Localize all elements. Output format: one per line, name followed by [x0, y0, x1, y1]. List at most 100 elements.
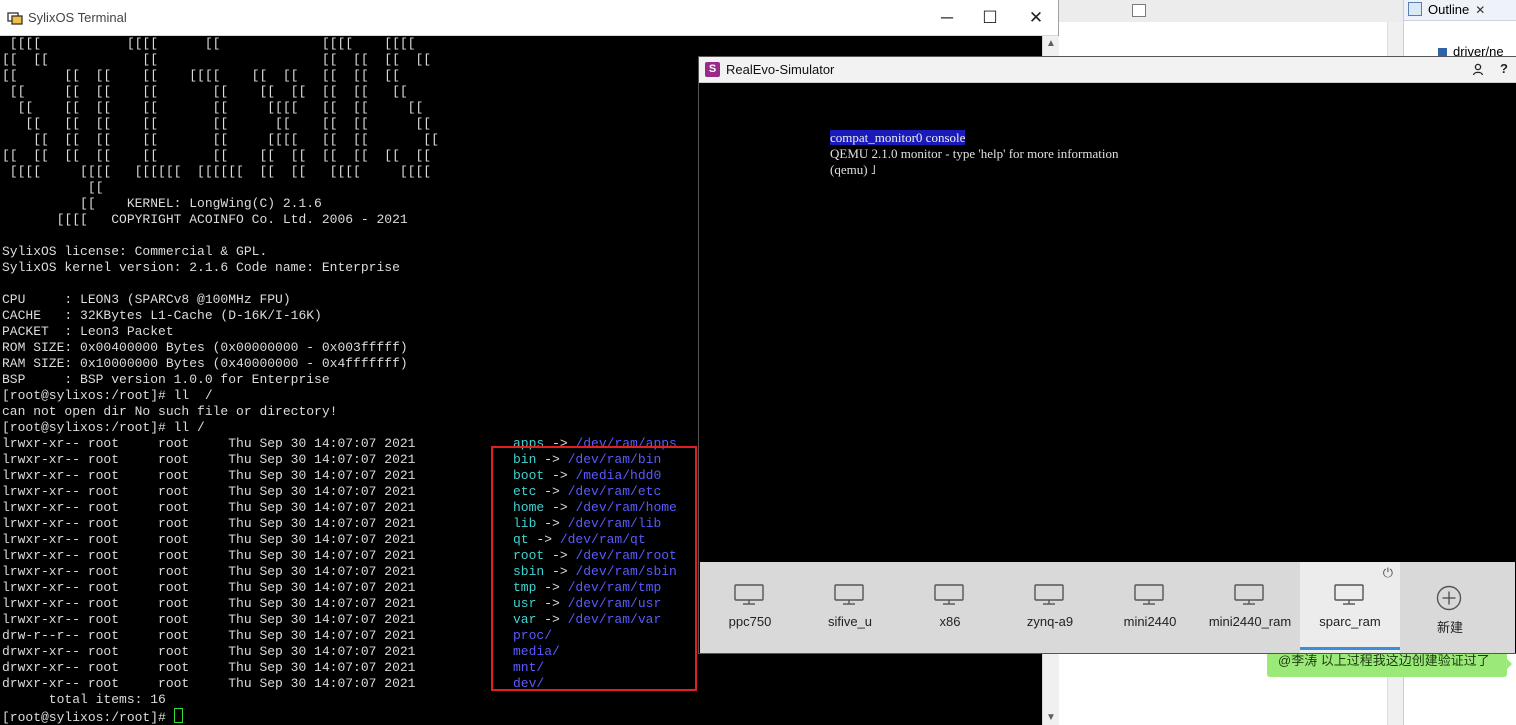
board-item-sparc_ram[interactable]: sparc_ram ⏻: [1300, 562, 1400, 653]
board-item-sifive_u[interactable]: sifive_u: [800, 562, 900, 653]
info-line: [root@sylixos:/root]# ll /: [2, 420, 205, 435]
banner-line: [[ [[ [[ [[ [[ [[ [[ [[ [[ [[: [2, 84, 408, 99]
monitor-icon: [1034, 584, 1064, 605]
listing-row-meta: lrwxr-xr-- root root Thu Sep 30 14:07:07…: [2, 596, 416, 611]
board-label: sparc_ram: [1319, 614, 1381, 629]
maximize-button[interactable]: ☐: [967, 5, 1013, 31]
info-line: [root@sylixos:/root]# ll /: [2, 388, 213, 403]
simulator-titlebar[interactable]: S RealEvo-Simulator ?: [699, 57, 1516, 83]
user-icon[interactable]: [1472, 63, 1485, 76]
board-label: zynq-a9: [1026, 614, 1074, 629]
info-line: CPU : LEON3 (SPARCv8 @100MHz FPU): [2, 292, 291, 307]
board-item-ppc750[interactable]: ppc750: [700, 562, 800, 653]
editor-tab-strip: [1058, 0, 1403, 23]
console-line-2: QEMU 2.1.0 monitor - type 'help' for mor…: [830, 146, 1119, 161]
total-items-line: total items: 16: [2, 692, 166, 707]
add-icon: [1436, 585, 1462, 611]
listing-row-meta: lrwxr-xr-- root root Thu Sep 30 14:07:07…: [2, 500, 416, 515]
monitor-icon: [834, 584, 864, 605]
listing-row-meta: lrwxr-xr-- root root Thu Sep 30 14:07:07…: [2, 612, 416, 627]
banner-line: [[[[ [[[[ [[ [[[[ [[[[: [2, 36, 416, 51]
board-item-x86[interactable]: x86: [900, 562, 1000, 653]
info-line: SylixOS kernel version: 2.1.6 Code name:…: [2, 260, 400, 275]
monitor-icon: [734, 584, 764, 605]
banner-line: [[ [[ [[ [[ [[ [[ [[: [2, 52, 432, 67]
info-line: RAM SIZE: 0x10000000 Bytes (0x40000000 -…: [2, 356, 408, 371]
banner-line: [[: [2, 180, 104, 195]
scroll-down-icon[interactable]: ▼: [1043, 712, 1059, 723]
new-board-button[interactable]: 新建: [1400, 562, 1500, 653]
board-label: sifive_u: [827, 614, 873, 629]
tab-icon[interactable]: [1132, 4, 1146, 17]
listing-row-meta: lrwxr-xr-- root root Thu Sep 30 14:07:07…: [2, 564, 416, 579]
power-icon[interactable]: ⏻: [1383, 565, 1393, 581]
selected-underline: [1300, 647, 1400, 650]
info-line: SylixOS license: Commercial & GPL.: [2, 244, 268, 259]
banner-line: [[ [[ [[ [[ [[ [[ [[ [[ [[ [[ [[ [[: [2, 148, 432, 163]
console-line-1: compat_monitor0 console: [830, 130, 966, 146]
chat-bubble-tail: [1507, 659, 1512, 669]
chat-message-text: @李涛 以上过程我这边创建验证过了: [1278, 653, 1490, 668]
board-label: mini2440: [1123, 614, 1177, 629]
monitor-icon: [934, 584, 964, 605]
banner-line: [[ [[ [[ [[ [[[[ [[ [[ [[ [[ [[: [2, 68, 400, 83]
outline-header[interactable]: Outline ✕: [1404, 0, 1516, 21]
banner-line: [[ [[ [[ [[ [[ [[ [[ [[ [[: [2, 116, 432, 131]
console-line-3: (qemu) ˩: [830, 162, 876, 177]
monitor-icon: [1234, 584, 1264, 605]
console-highlighted-text: compat_monitor0 console: [830, 130, 966, 145]
banner-line: [[[[ [[[[ [[[[[[ [[[[[[ [[ [[ [[[[ [[[[: [2, 164, 432, 179]
board-label: ppc750: [728, 614, 772, 629]
info-line: can not open dir No such file or directo…: [2, 404, 338, 419]
info-line: CACHE : 32KBytes L1-Cache (D-16K/I-16K): [2, 308, 322, 323]
board-label: x86: [939, 614, 961, 629]
banner-line: [[[[ COPYRIGHT ACOINFO Co. Ltd. 2006 - 2…: [2, 212, 408, 227]
simulator-title: RealEvo-Simulator: [726, 62, 835, 77]
text-cursor: [173, 708, 183, 723]
chat-message: @李涛 以上过程我这边创建验证过了: [1267, 650, 1512, 677]
simulator-logo-icon: S: [705, 62, 720, 77]
highlight-box: [491, 446, 697, 691]
scroll-up-icon[interactable]: ▲: [1043, 38, 1059, 49]
listing-row-meta: drwxr-xr-- root root Thu Sep 30 14:07:07…: [2, 676, 416, 691]
listing-row-meta: lrwxr-xr-- root root Thu Sep 30 14:07:07…: [2, 548, 416, 563]
board-item-mini2440_ram[interactable]: mini2440_ram: [1200, 562, 1300, 653]
listing-row-meta: lrwxr-xr-- root root Thu Sep 30 14:07:07…: [2, 532, 416, 547]
board-item-zynq-a9[interactable]: zynq-a9: [1000, 562, 1100, 653]
monitor-icon: [1134, 584, 1164, 605]
info-line: PACKET : Leon3 Packet: [2, 324, 174, 339]
outline-title: Outline: [1428, 2, 1470, 17]
listing-row-meta: lrwxr-xr-- root root Thu Sep 30 14:07:07…: [2, 452, 416, 467]
file-icon: [1438, 48, 1447, 57]
listing-row-meta: lrwxr-xr-- root root Thu Sep 30 14:07:07…: [2, 484, 416, 499]
monitor-icon: [1334, 584, 1364, 605]
info-line: BSP : BSP version 1.0.0 for Enterprise: [2, 372, 330, 387]
close-button[interactable]: ✕: [1013, 5, 1059, 31]
terminal-title: SylixOS Terminal: [28, 10, 127, 25]
terminal-app-icon: [7, 12, 23, 25]
listing-row-meta: drw-r--r-- root root Thu Sep 30 14:07:07…: [2, 628, 416, 643]
info-line: ROM SIZE: 0x00400000 Bytes (0x00000000 -…: [2, 340, 408, 355]
banner-line: [[ [[ [[ [[ [[ [[[[ [[ [[ [[: [2, 100, 424, 115]
shell-prompt: [root@sylixos:/root]#: [2, 710, 174, 725]
board-label: mini2440_ram: [1208, 614, 1292, 629]
prompt-line[interactable]: [root@sylixos:/root]#: [2, 708, 183, 725]
banner-line: [[ KERNEL: LongWing(C) 2.1.6: [2, 196, 322, 211]
listing-row-meta: lrwxr-xr-- root root Thu Sep 30 14:07:07…: [2, 436, 416, 451]
simulator-window: S RealEvo-Simulator ? compat_monitor0 co…: [699, 57, 1516, 653]
close-icon[interactable]: ✕: [1475, 3, 1485, 17]
board-selector-bar: ppc750 sifive_u x86 zynq-a9 mini2440 mini2440…: [700, 562, 1515, 653]
listing-row-meta: lrwxr-xr-- root root Thu Sep 30 14:07:07…: [2, 468, 416, 483]
terminal-titlebar[interactable]: SylixOS Terminal ─ ☐ ✕: [0, 0, 1058, 36]
new-board-label: 新建: [1436, 620, 1463, 635]
listing-row-meta: lrwxr-xr-- root root Thu Sep 30 14:07:07…: [2, 516, 416, 531]
minimize-button[interactable]: ─: [924, 5, 970, 31]
qemu-console-screen[interactable]: compat_monitor0 console QEMU 2.1.0 monit…: [700, 83, 1515, 561]
board-item-mini2440[interactable]: mini2440: [1100, 562, 1200, 653]
banner-line: [[ [[ [[ [[ [[ [[[[ [[ [[ [[: [2, 132, 439, 147]
listing-row-meta: lrwxr-xr-- root root Thu Sep 30 14:07:07…: [2, 580, 416, 595]
outline-icon: [1408, 2, 1422, 16]
listing-row-meta: drwxr-xr-- root root Thu Sep 30 14:07:07…: [2, 660, 416, 675]
listing-row-meta: drwxr-xr-- root root Thu Sep 30 14:07:07…: [2, 644, 416, 659]
help-icon[interactable]: ?: [1500, 61, 1508, 76]
